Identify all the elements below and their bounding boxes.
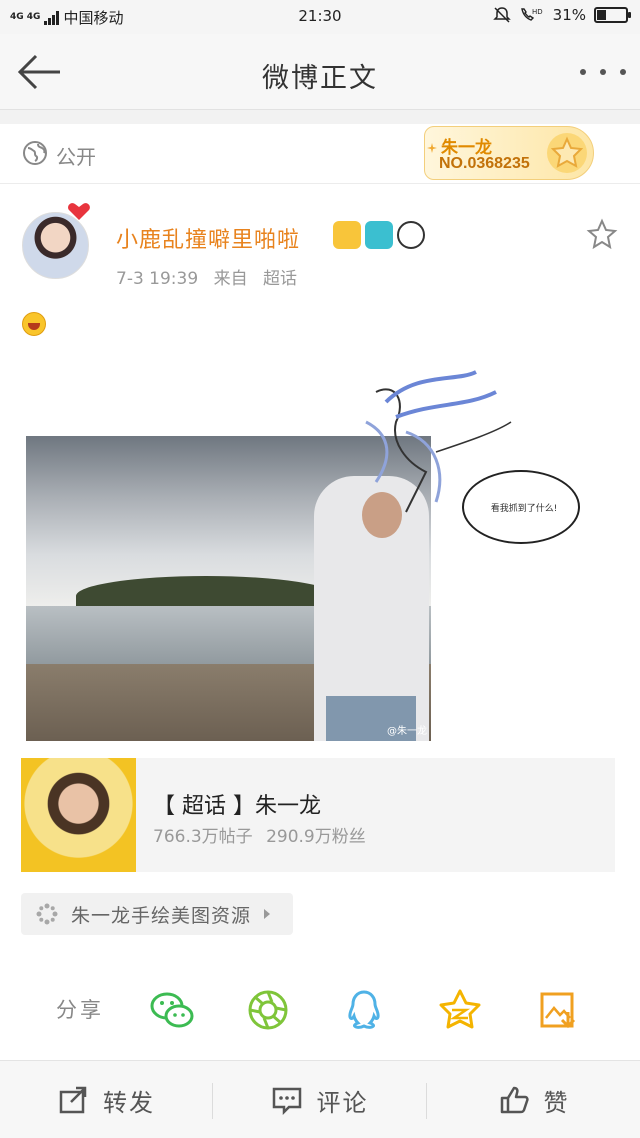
section-divider xyxy=(0,110,640,124)
qzone-icon[interactable] xyxy=(436,986,484,1034)
comment-label: 评论 xyxy=(316,1088,369,1117)
heart-icon xyxy=(68,203,90,220)
image-watermark: @朱一龙 xyxy=(387,726,427,737)
globe-icon xyxy=(23,141,47,165)
camera-icon xyxy=(365,221,393,249)
qq-icon[interactable] xyxy=(340,986,388,1034)
visibility-label: 公开 xyxy=(56,145,96,169)
author-badges xyxy=(333,221,425,249)
share-label: 分享 xyxy=(56,998,104,1022)
source-prefix: 来自 xyxy=(213,269,248,289)
topic-tag-chip[interactable]: 朱一龙手绘美图资源 xyxy=(21,893,294,935)
battery-percent: 31% xyxy=(552,6,586,24)
avatar[interactable] xyxy=(22,212,89,279)
hd-call-icon: HD xyxy=(520,8,543,21)
comment-icon xyxy=(272,1087,301,1116)
sparkle-icon xyxy=(427,143,437,153)
thumbs-up-icon xyxy=(500,1086,529,1114)
mute-icon xyxy=(492,7,511,23)
comment-button[interactable]: 评论 xyxy=(213,1061,426,1138)
post-source[interactable]: 超话 xyxy=(263,269,297,289)
author-name[interactable]: 小鹿乱撞噼里啪啦 xyxy=(116,222,300,254)
repost-label: 转发 xyxy=(103,1088,155,1117)
share-row: 分享 xyxy=(0,980,640,1040)
status-right: HD 31% xyxy=(492,6,631,24)
laughing-emoji xyxy=(22,312,46,336)
supertopic-posts: 766.3万帖子 xyxy=(153,827,253,847)
save-image-icon[interactable] xyxy=(534,986,582,1034)
topic-tag-label: 朱一龙手绘美图资源 xyxy=(71,904,252,927)
favorite-star-icon[interactable] xyxy=(586,218,618,250)
fan-badge[interactable]: 朱一龙 NO.0368235 xyxy=(424,126,594,180)
more-dots-icon[interactable] xyxy=(580,62,626,82)
nav-bar: 微博正文 xyxy=(0,34,640,110)
repost-icon xyxy=(59,1086,87,1114)
crown-icon xyxy=(333,221,361,249)
repost-button[interactable]: 转发 xyxy=(0,1061,212,1138)
battery-icon xyxy=(594,7,631,23)
chevron-right-icon xyxy=(264,909,271,919)
loading-dots-icon xyxy=(36,903,58,925)
supertopic-title: 【 超话 】朱一龙 xyxy=(153,794,321,819)
status-bar: 4G 4G 中国移动 21:30 HD 31% xyxy=(0,0,640,34)
post-date: 7-3 19:39 xyxy=(116,269,199,289)
battery-level xyxy=(597,10,606,20)
svg-text:HD: HD xyxy=(532,8,543,16)
supertopic-fans: 290.9万粉丝 xyxy=(266,827,366,847)
supertopic-thumbnail xyxy=(21,758,136,872)
star-icon xyxy=(547,133,587,173)
moments-icon[interactable] xyxy=(244,986,292,1034)
supertopic-card[interactable]: 【 超话 】朱一龙 766.3万帖子 290.9万粉丝 xyxy=(21,758,615,872)
supertopic-stats: 766.3万帖子 290.9万粉丝 xyxy=(153,822,374,847)
post-meta: 7-3 19:39 来自 超话 xyxy=(116,264,307,289)
like-label: 赞 xyxy=(543,1088,570,1117)
bottom-action-bar: 转发 评论 赞 xyxy=(0,1060,640,1138)
like-button[interactable]: 赞 xyxy=(427,1061,640,1138)
badge-number: NO.0368235 xyxy=(439,155,530,172)
bubble-text: 看我抓到了什么! xyxy=(490,504,558,514)
page-title: 微博正文 xyxy=(262,63,378,94)
panda-icon xyxy=(397,221,425,249)
wechat-icon[interactable] xyxy=(148,986,196,1034)
